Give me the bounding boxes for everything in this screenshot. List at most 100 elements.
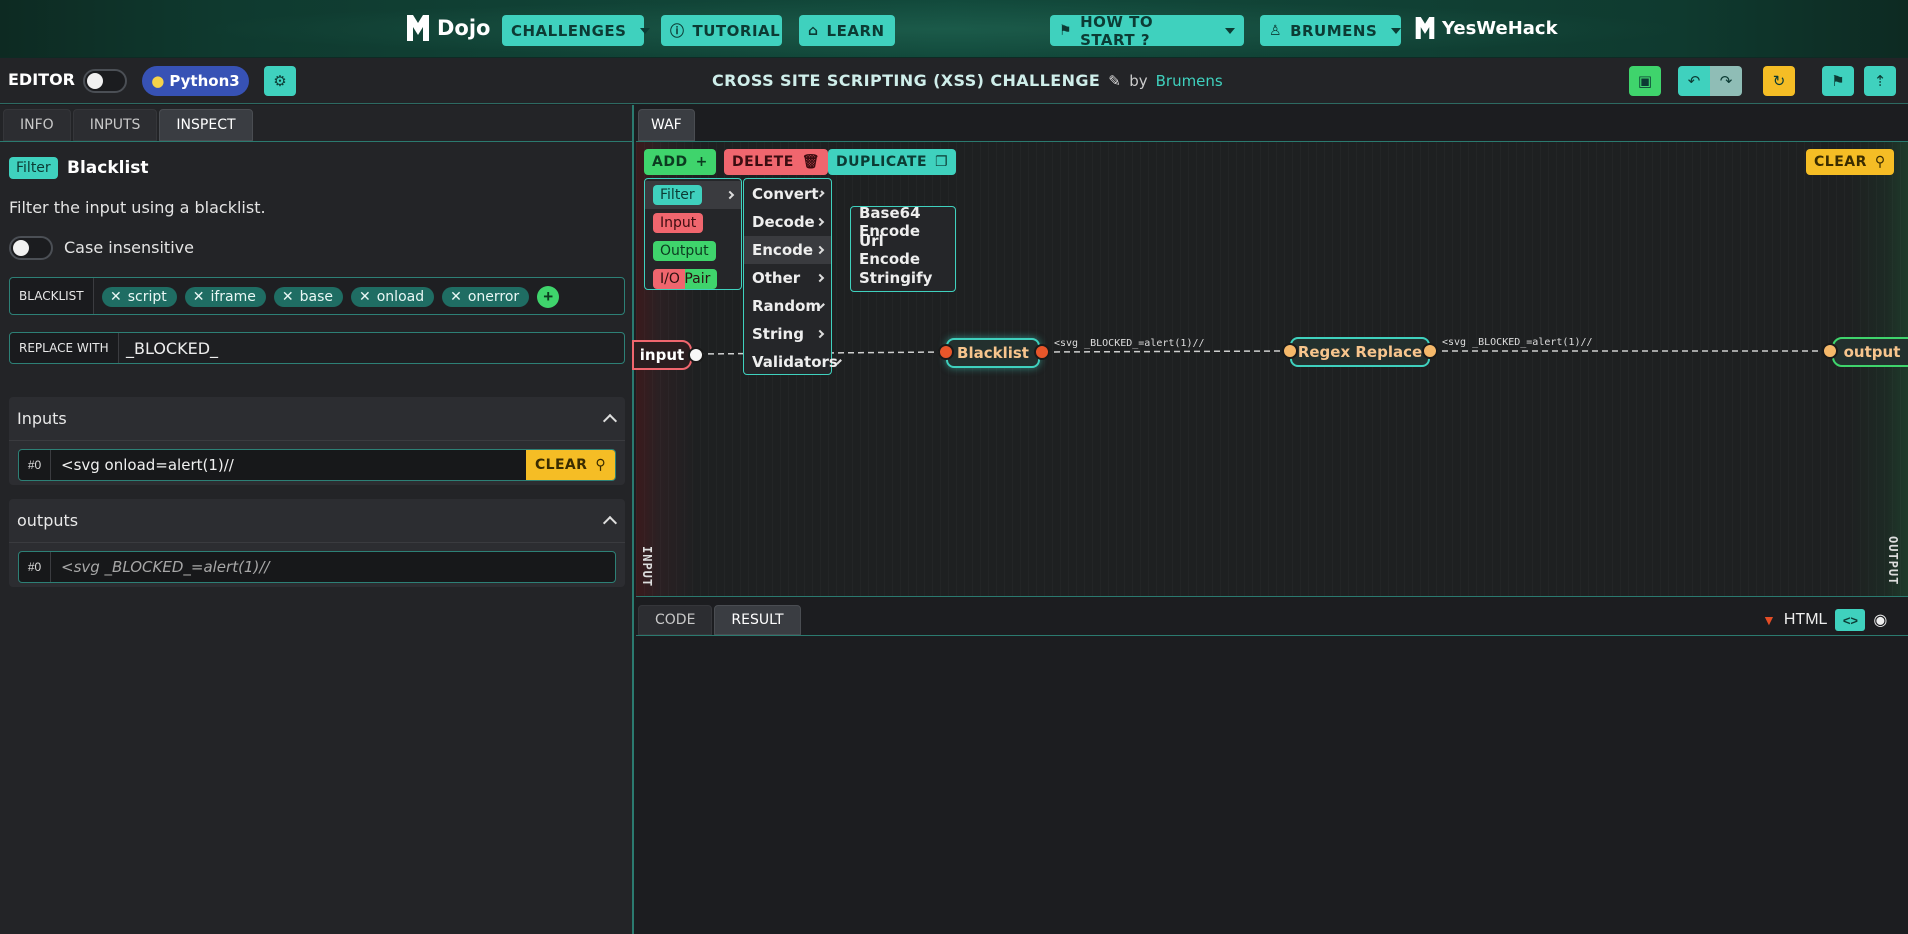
blacklist-node[interactable]: Blacklist [946,338,1040,368]
refresh-icon: ↻ [1772,73,1786,90]
plus-icon: + [543,287,554,306]
redo-button[interactable]: ↷ [1710,66,1742,96]
language-label: Python3 [169,72,240,90]
chevron-right-icon [815,217,825,227]
blacklist-chip[interactable]: ✕ iframe [184,287,266,307]
duplicate-button[interactable]: DUPLICATE ❐ [828,149,957,175]
tab-code[interactable]: CODE [638,605,713,635]
code-view-button[interactable]: <> [1835,609,1866,631]
tab-info[interactable]: INFO [3,109,71,141]
close-icon[interactable]: ✕ [450,289,462,305]
result-preview [636,635,1908,934]
editor-title: EDITOR [8,70,75,89]
eye-icon[interactable]: ◉ [1873,610,1887,630]
close-icon[interactable]: ✕ [193,289,205,305]
broom-icon: ⚲ [595,457,606,473]
menu-item-io-pair[interactable]: I/O Pair [645,265,741,293]
regex-replace-node[interactable]: Regex Replace [1290,337,1430,367]
save-button[interactable]: ▣ [1629,66,1661,96]
close-icon[interactable]: ✕ [282,289,294,305]
menu-item-url-encode[interactable]: Url Encode [851,232,955,268]
replace-input[interactable]: _BLOCKED_ [126,339,218,358]
tab-waf[interactable]: WAF [638,109,695,141]
input-port[interactable] [688,347,704,363]
editor-toggle[interactable] [83,69,127,93]
chevron-up-icon[interactable] [602,413,618,429]
menu-item-output[interactable]: Output [645,237,741,265]
flag-icon: ⚑ [1059,22,1073,39]
inputs-header[interactable]: Inputs [9,397,625,441]
case-insensitive-toggle[interactable] [9,236,53,260]
input-node[interactable]: input [632,340,692,370]
replace-field[interactable]: REPLACE WITH _BLOCKED_ [9,332,625,364]
tab-inputs[interactable]: INPUTS [72,109,158,141]
language-badge[interactable]: ● Python3 [142,66,249,96]
menu-item-input[interactable]: Input [645,209,741,237]
flag-button[interactable]: ⚑ [1822,66,1854,96]
blacklist-chip[interactable]: ✕ onerror [442,287,530,307]
tab-inspect[interactable]: INSPECT [159,109,253,141]
chevron-up-icon[interactable] [602,515,618,531]
partner-name: YesWeHack [1442,17,1558,39]
menu-item-encode[interactable]: Encode [744,236,831,264]
clear-canvas-button[interactable]: CLEAR ⚲ [1806,149,1894,175]
flag-icon: ⚑ [1831,73,1845,90]
menu-item-stringify[interactable]: Stringify [851,264,955,292]
add-blacklist-button[interactable]: + [537,286,560,308]
menu-item-validators[interactable]: Validators [744,348,842,376]
menu-item-random[interactable]: Random [744,292,831,320]
close-icon[interactable]: ✕ [110,289,122,305]
menu-item-decode[interactable]: Decode [744,208,831,236]
chevron-right-icon [815,273,825,283]
user-dropdown[interactable]: ♙ BRUMENS [1260,15,1402,46]
tutorial-button[interactable]: ⓘ TUTORIAL [661,15,782,46]
blacklist-chip[interactable]: ✕ script [102,287,177,307]
challenges-label: CHALLENGES [511,21,627,40]
add-button[interactable]: ADD + [644,149,716,175]
input-value-field[interactable]: <svg onload=alert(1)// [51,456,526,474]
dojo-logo[interactable]: Dojo [405,10,490,46]
clear-input-button[interactable]: CLEAR ⚲ [525,450,615,480]
blacklist-in-port[interactable] [938,344,954,360]
outputs-header[interactable]: outputs [9,499,625,543]
brand-name: Dojo [437,16,491,40]
case-insensitive-label: Case insensitive [64,238,194,257]
blacklist-out-port[interactable] [1034,344,1050,360]
editor-toolbar: EDITOR ● Python3 ⚙ CROSS SITE SCRIPTING … [0,58,1908,104]
menu-item-string[interactable]: String [744,320,831,348]
learn-button[interactable]: ⌂ LEARN [799,15,895,46]
delete-button[interactable]: DELETE 🗑 [724,149,829,175]
settings-button[interactable]: ⚙ [264,66,296,96]
output-side-label: OUTPUT [1886,536,1900,586]
menu-item-convert[interactable]: Convert [744,180,831,208]
chevron-right-icon [725,190,735,200]
blacklist-chip[interactable]: ✕ base [273,287,343,307]
submit-button[interactable]: ⇡ [1864,66,1896,96]
learn-label: LEARN [826,21,885,40]
author-link[interactable]: Brumens [1156,72,1223,90]
challenge-title: CROSS SITE SCRIPTING (XSS) CHALLENGE ✎ b… [712,71,1223,90]
reset-button[interactable]: ↻ [1763,66,1795,96]
regex-out-port[interactable] [1422,343,1438,359]
replace-label: REPLACE WITH [10,333,119,363]
output-node[interactable]: output [1832,337,1908,367]
menu-item-filter[interactable]: Filter [645,181,741,209]
node-canvas[interactable]: ADD + DELETE 🗑 DUPLICATE ❐ CLEAR ⚲ Filter In… [632,141,1908,597]
user-icon: ♙ [1269,22,1283,39]
regex-in-port[interactable] [1282,343,1298,359]
tab-result[interactable]: RESULT [714,605,801,635]
input-row: #0 <svg onload=alert(1)// CLEAR ⚲ [18,449,616,481]
menu-item-other[interactable]: Other [744,264,831,292]
how-to-start-dropdown[interactable]: ⚑ HOW TO START ? [1050,13,1244,49]
pencil-icon[interactable]: ✎ [1108,72,1121,90]
close-icon[interactable]: ✕ [359,289,371,305]
challenges-dropdown[interactable]: CHALLENGES [502,15,651,46]
yeswehack-logo[interactable]: YesWeHack [1414,10,1558,46]
output-port[interactable] [1822,343,1838,359]
filter-submenu: Convert Decode Encode Other Random Strin… [743,178,842,376]
inputs-title: Inputs [17,409,67,428]
blacklist-field: BLACKLIST ✕ script ✕ iframe ✕ base ✕ onload … [9,277,625,315]
chevron-right-icon [815,329,825,339]
undo-button[interactable]: ↶ [1678,66,1710,96]
blacklist-chip[interactable]: ✕ onload [351,287,435,307]
